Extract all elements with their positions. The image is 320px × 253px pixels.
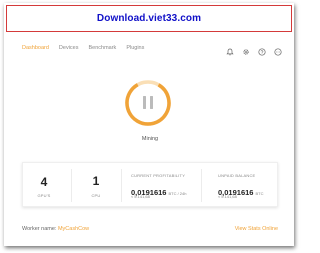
worker-info: Worker name: MyCashCow xyxy=(22,226,89,232)
bell-icon[interactable] xyxy=(226,43,234,56)
balance-stat: UNPAID BALANCE 0,0191616 BTC ≈ 5.141,68 xyxy=(218,163,278,208)
help-icon[interactable] xyxy=(258,43,266,56)
tab-dashboard[interactable]: Dashboard xyxy=(22,45,49,51)
cpu-stat: 1 CPU xyxy=(77,163,115,208)
profitability-stat: CURRENT PROFITABILITY 0,0191616 BTC / 24h… xyxy=(131,163,211,208)
worker-name[interactable]: MyCashCow xyxy=(58,226,89,232)
watermark-banner: Download.viet33.com xyxy=(6,5,292,32)
main-tabs: Dashboard Devices Benchmark Plugins xyxy=(22,45,154,51)
stats-card: 4 GPU'S 1 CPU CURRENT PROFITABILITY 0,01… xyxy=(22,162,278,207)
pause-mining-button[interactable] xyxy=(123,78,173,128)
tab-devices[interactable]: Devices xyxy=(59,45,79,51)
divider xyxy=(121,169,122,202)
view-stats-online-link[interactable]: View Stats Online xyxy=(235,226,278,232)
more-icon[interactable] xyxy=(274,43,282,56)
watermark-text: Download.viet33.com xyxy=(96,13,202,24)
gpu-label: GPU'S xyxy=(37,193,51,198)
settings-icon[interactable] xyxy=(242,43,250,55)
gpu-stat: 4 GPU'S xyxy=(23,163,65,208)
profitability-fiat: ≈ 5.141,68 xyxy=(131,194,150,199)
balance-fiat: ≈ 5.141,68 xyxy=(218,194,237,199)
pause-icon xyxy=(143,96,146,109)
tab-plugins[interactable]: Plugins xyxy=(126,45,144,51)
toolbar-icons xyxy=(226,43,282,56)
balance-label: UNPAID BALANCE xyxy=(218,173,256,178)
mining-status: Mining xyxy=(141,136,159,142)
profitability-unit: BTC / 24h xyxy=(168,191,187,196)
worker-label: Worker name: xyxy=(22,226,57,232)
divider xyxy=(71,169,72,202)
gpu-count: 4 xyxy=(40,175,48,189)
cpu-label: CPU xyxy=(91,193,101,198)
divider xyxy=(201,169,202,202)
balance-unit: BTC xyxy=(255,191,264,196)
cpu-count: 1 xyxy=(92,174,100,188)
profitability-label: CURRENT PROFITABILITY xyxy=(131,173,186,178)
tab-benchmark[interactable]: Benchmark xyxy=(88,45,116,51)
